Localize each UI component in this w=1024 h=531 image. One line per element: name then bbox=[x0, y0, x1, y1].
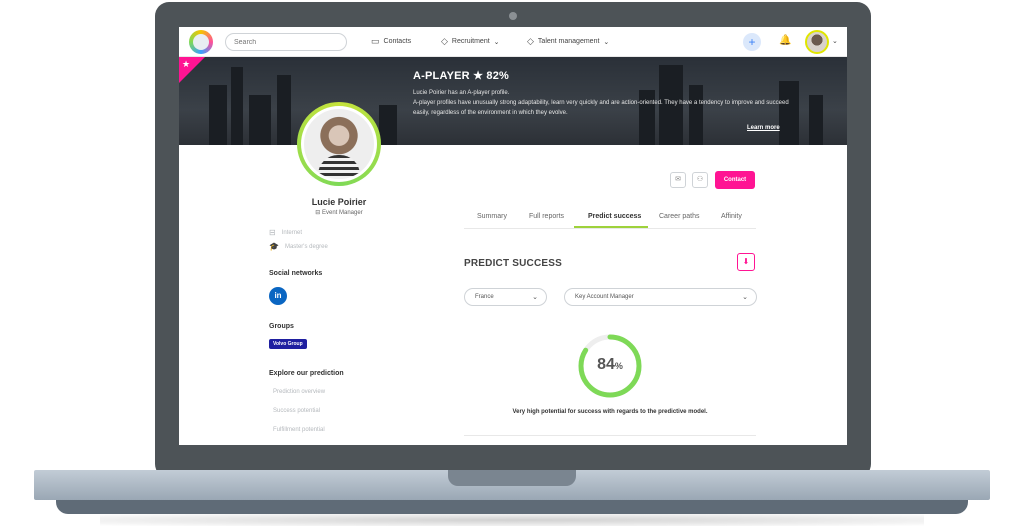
country-select-value: France bbox=[475, 294, 494, 300]
industry-icon: ⊟ bbox=[269, 228, 276, 237]
tab-career-paths[interactable]: Career paths bbox=[659, 213, 699, 220]
info-industry: ⊟ Internet bbox=[269, 228, 302, 237]
app-logo[interactable] bbox=[189, 30, 213, 54]
tab-full-reports[interactable]: Full reports bbox=[529, 213, 564, 220]
learn-more-link[interactable]: Learn more bbox=[747, 125, 780, 131]
aplayer-line2: A-player profiles have unusually strong … bbox=[413, 100, 789, 116]
team-icon: ⚇ bbox=[696, 176, 704, 183]
country-select[interactable]: France ⌄ bbox=[464, 288, 547, 306]
position-select-value: Key Account Manager bbox=[575, 294, 634, 300]
info-industry-label: Internet bbox=[281, 229, 303, 236]
message-button[interactable]: ✉ bbox=[670, 172, 686, 188]
aplayer-line1: Lucie Poirier has an A-player profile. bbox=[413, 90, 510, 96]
top-nav: ▭ Contacts ◇ Recruitment ⌄ ◇ Talent mana… bbox=[179, 27, 847, 57]
aplayer-description: Lucie Poirier has an A-player profile. A… bbox=[413, 88, 803, 118]
laptop-hinge bbox=[448, 470, 576, 486]
gauge-unit: % bbox=[614, 361, 623, 371]
download-icon: ⬇ bbox=[742, 257, 750, 266]
profile-banner: ★ A-PLAYER ★ 82% Lucie Poirier has an A-… bbox=[179, 57, 847, 145]
skyline-building bbox=[379, 105, 397, 145]
bell-icon[interactable]: 🔔 bbox=[779, 35, 791, 46]
explore-item-prediction-overview[interactable]: Prediction overview bbox=[273, 389, 325, 395]
nav-recruitment[interactable]: ◇ Recruitment ⌄ bbox=[441, 36, 500, 47]
tab-affinity[interactable]: Affinity bbox=[721, 213, 742, 220]
explore-title: Explore our prediction bbox=[269, 370, 344, 377]
chevron-down-icon: ⌄ bbox=[493, 38, 500, 46]
laptop-base-bottom bbox=[56, 500, 968, 514]
camera-dot bbox=[509, 12, 517, 20]
info-education: 🎓 Master's degree bbox=[269, 242, 328, 251]
linkedin-icon[interactable]: in bbox=[269, 287, 287, 305]
add-button[interactable]: + bbox=[743, 33, 761, 51]
skyline-building bbox=[277, 75, 291, 145]
recruitment-icon: ◇ bbox=[441, 36, 448, 46]
chevron-down-icon: ⌄ bbox=[532, 294, 538, 301]
section-divider bbox=[464, 435, 756, 436]
skyline-building bbox=[809, 95, 823, 145]
profile-role: ⊟ Event Manager bbox=[315, 210, 363, 216]
chevron-down-icon: ⌄ bbox=[742, 294, 748, 301]
explore-item-success-potential[interactable]: Success potential bbox=[273, 408, 320, 414]
profile-photo bbox=[301, 106, 377, 182]
team-button[interactable]: ⚇ bbox=[692, 172, 708, 188]
tab-summary[interactable]: Summary bbox=[477, 213, 507, 220]
position-select[interactable]: Key Account Manager ⌄ bbox=[564, 288, 757, 306]
predict-success-heading: PREDICT SUCCESS bbox=[464, 258, 563, 269]
contact-button[interactable]: Contact bbox=[715, 171, 755, 189]
gauge-caption: Very high potential for success with reg… bbox=[512, 409, 708, 415]
profile-name: Lucie Poirier bbox=[311, 197, 367, 207]
explore-item-fulfillment-potential[interactable]: Fulfillment potential bbox=[273, 427, 325, 433]
briefcase-icon: ⊟ bbox=[315, 210, 322, 216]
profile-tabs: Summary Full reports Predict success Car… bbox=[464, 207, 756, 229]
nav-contacts-label: Contacts bbox=[383, 38, 412, 45]
gauge-value: 84% bbox=[577, 356, 643, 374]
social-networks-title: Social networks bbox=[269, 270, 323, 277]
profile-photo-image bbox=[304, 109, 374, 179]
skyline-building bbox=[209, 85, 227, 145]
download-button[interactable]: ⬇ bbox=[737, 253, 755, 271]
star-icon: ★ bbox=[182, 59, 191, 69]
gauge-number: 84 bbox=[597, 356, 615, 373]
skyline-building bbox=[231, 67, 243, 145]
chevron-down-icon[interactable]: ⌄ bbox=[832, 37, 838, 45]
app-screen: ▭ Contacts ◇ Recruitment ⌄ ◇ Talent mana… bbox=[179, 27, 847, 445]
tab-predict-success[interactable]: Predict success bbox=[588, 213, 641, 220]
nav-talent-management[interactable]: ◇ Talent management ⌄ bbox=[527, 36, 609, 47]
skyline-building bbox=[249, 95, 271, 145]
diamond-icon: ◇ bbox=[527, 36, 534, 46]
info-education-label: Master's degree bbox=[284, 243, 328, 250]
search-input[interactable] bbox=[225, 33, 347, 51]
active-tab-indicator bbox=[574, 226, 648, 228]
chevron-down-icon: ⌄ bbox=[603, 38, 610, 46]
nav-talent-management-label: Talent management bbox=[537, 38, 600, 45]
nav-contacts[interactable]: ▭ Contacts bbox=[371, 36, 411, 47]
group-badge[interactable]: Volvo Group bbox=[269, 339, 307, 349]
graduation-cap-icon: 🎓 bbox=[269, 242, 279, 251]
laptop-shadow bbox=[100, 514, 924, 526]
groups-title: Groups bbox=[269, 323, 294, 330]
envelope-icon: ✉ bbox=[675, 176, 681, 183]
nav-recruitment-label: Recruitment bbox=[451, 38, 490, 45]
user-avatar[interactable] bbox=[805, 30, 829, 54]
aplayer-title: A-PLAYER ★ 82% bbox=[413, 70, 510, 82]
profile-photo-ring bbox=[297, 102, 381, 186]
contacts-icon: ▭ bbox=[371, 36, 380, 46]
